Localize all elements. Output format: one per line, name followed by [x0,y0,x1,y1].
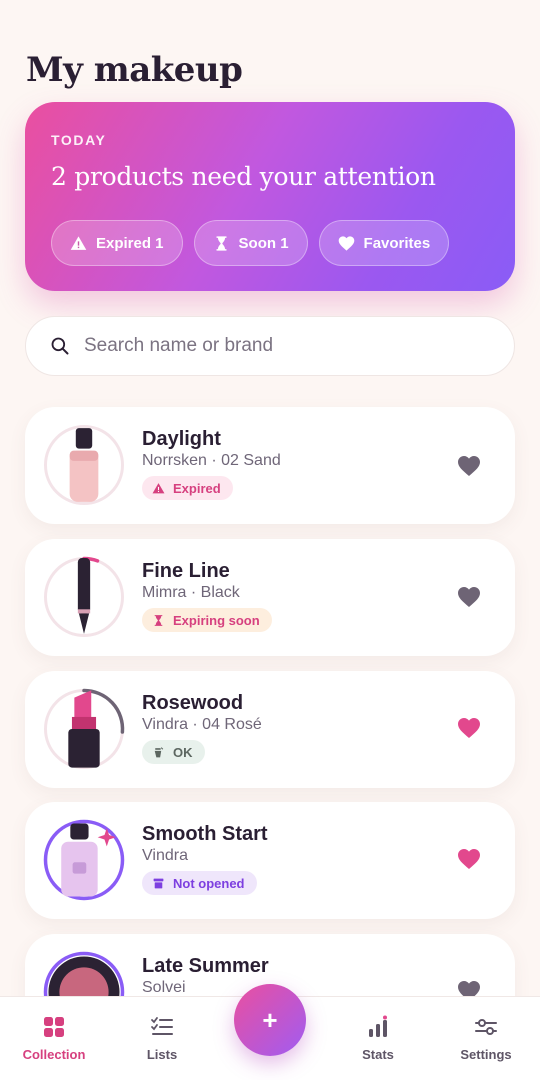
hero-headline: 2 products need your attention [51,162,436,191]
favorites-filter-chip[interactable]: Favorites [318,220,450,266]
product-name: Rosewood [142,692,244,714]
nav-stats[interactable]: Stats [333,1015,423,1062]
add-product-button[interactable]: + [234,984,306,1056]
usage-ring [43,556,125,638]
nav-label: Lists [146,1047,178,1062]
product-name: Daylight [142,428,221,450]
nav-collection[interactable]: Collection [9,1015,99,1062]
heart-icon [458,456,480,476]
favorite-toggle[interactable] [457,455,481,477]
nav-label: Stats [362,1047,394,1062]
grid-icon [44,1017,64,1037]
box-icon [153,878,164,888]
product-card-fine-line[interactable]: Fine Line Mimra · Black Expiring soon [25,539,515,656]
expired-chip-label: Expired 1 [96,234,164,252]
usage-ring [43,688,125,770]
usage-ring [43,424,125,506]
status-badge: Expiring soon [142,608,272,632]
eyeliner-icon [77,558,91,634]
product-brand-shade: Vindra · 04 Rosé [142,716,262,733]
filter-chips: Expired 1 Soon 1 Favorites [51,220,450,266]
lipstick-icon [68,690,100,768]
status-label: OK [173,744,193,760]
heart-icon [458,718,480,738]
product-card-smooth-start[interactable]: Smooth Start Vindra Not opened [25,802,515,919]
status-badge: OK [142,740,205,764]
expired-filter-chip[interactable]: Expired 1 [51,220,183,266]
product-brand-shade: Vindra [142,847,188,864]
usage-ring [43,819,125,901]
search-icon [51,337,69,355]
attention-summary-card: TODAY 2 products need your attention Exp… [25,102,515,291]
product-brand-shade: Solvei [142,979,186,996]
heart-icon [338,235,354,251]
status-label: Not opened [173,875,245,891]
product-name: Smooth Start [142,823,268,845]
hourglass-icon [154,614,163,626]
hourglass-icon [216,235,226,251]
favorite-toggle[interactable] [457,848,481,870]
primer-tube-icon [61,823,116,897]
status-label: Expired [173,480,221,496]
sliders-icon [475,1019,497,1035]
nav-label: Settings [460,1047,512,1062]
favorite-toggle[interactable] [457,717,481,739]
warning-icon [70,235,87,250]
product-name: Late Summer [142,955,269,977]
status-badge: Expired [142,476,233,500]
foundation-bottle-icon [69,428,99,502]
nav-settings[interactable]: Settings [441,1015,531,1062]
product-brand-shade: Mimra · Black [142,584,240,601]
bar-chart-icon [369,1015,387,1037]
heart-icon [458,849,480,869]
product-card-rosewood[interactable]: Rosewood Vindra · 04 Rosé OK [25,671,515,788]
jar-icon [154,746,164,757]
search-bar[interactable] [25,316,515,376]
favorite-toggle[interactable] [457,586,481,608]
hero-kicker: TODAY [51,132,107,148]
status-label: Expiring soon [173,612,260,628]
favorites-chip-label: Favorites [363,234,431,252]
heart-icon [458,587,480,607]
warning-icon [152,482,165,493]
soon-filter-chip[interactable]: Soon 1 [193,220,308,266]
status-badge: Not opened [142,871,257,895]
soon-chip-label: Soon 1 [238,234,289,252]
search-input[interactable] [84,335,464,357]
page-title: My makeup [26,50,243,90]
product-brand-shade: Norrsken · 02 Sand [142,452,281,469]
product-card-daylight[interactable]: Daylight Norrsken · 02 Sand Expired [25,407,515,524]
product-name: Fine Line [142,560,230,582]
checklist-icon [151,1017,173,1035]
nav-lists[interactable]: Lists [117,1015,207,1062]
nav-label: Collection [22,1047,86,1062]
